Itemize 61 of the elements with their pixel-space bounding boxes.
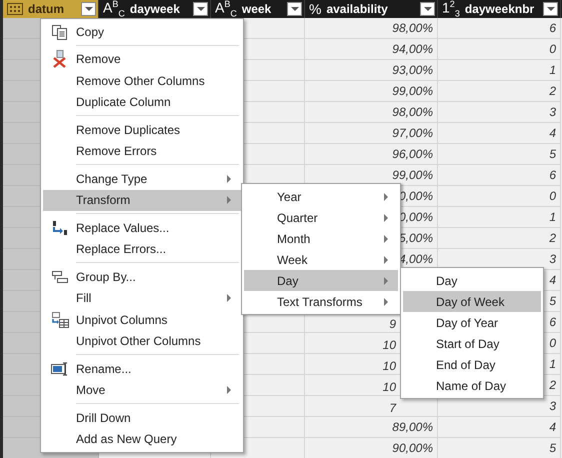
copy-icon [50,24,68,40]
delete-column-icon [52,50,68,68]
menu-item[interactable]: Remove Errors [43,140,241,162]
table-cell: 89,00% [305,417,438,438]
menu-item[interactable]: Replace Errors... [43,238,241,260]
column-header[interactable]: datum [3,0,99,18]
menu-item[interactable]: Rename... [43,358,241,380]
type-label: % [309,2,322,16]
column-name: dayweeknbr [464,2,536,16]
rename-icon [50,362,68,376]
menu-item[interactable]: Transform [43,190,241,211]
column-name: week [242,2,272,16]
table-cell: 96,00% [305,144,438,165]
filter-dropdown-button[interactable] [287,2,302,16]
table-cell: 3 [438,102,561,123]
unpivot-icon [50,312,68,328]
column-name: dayweek [130,2,181,16]
menu-item[interactable]: Text Transforms [244,291,398,312]
table-cell: 94,00% [305,39,438,60]
table-cell: 5 [438,144,561,165]
table-icon [7,3,23,15]
menu-item[interactable]: Remove Duplicates [43,119,241,140]
filter-dropdown-button[interactable] [193,2,208,16]
table-cell: 4 [438,123,561,144]
table-cell: 93,00% [305,60,438,81]
filter-dropdown-button[interactable] [543,2,558,16]
menu-item[interactable]: Copy [43,21,241,42]
table-cell: 4 [438,417,561,438]
group-icon [50,270,68,284]
table-cell: 98,00% [305,102,438,123]
menu-item[interactable]: Remove [43,48,241,70]
menu-item[interactable]: Duplicate Column [43,92,241,113]
menu-item[interactable]: Change Type [43,168,241,190]
table-cell: 7 [305,396,438,417]
table-cell: 6 [438,18,561,39]
filter-dropdown-button[interactable] [420,2,435,16]
menu-item[interactable]: Day [244,270,398,291]
menu-item[interactable]: Fill [43,288,241,309]
menu-item[interactable]: Replace Values... [43,217,241,238]
table-cell: 0 [438,186,561,207]
column-name: datum [28,2,65,16]
column-name: availability [326,2,389,16]
replace-icon [52,220,68,236]
menu-item[interactable]: Group By... [43,266,241,288]
menu-item[interactable]: Move [43,380,241,401]
menu-item[interactable]: Remove Other Columns [43,70,241,92]
table-cell: 2 [438,228,561,249]
table-cell: 1 [438,60,561,81]
table-cell: 0 [438,39,561,60]
table-cell: 2 [438,81,561,102]
menu-item[interactable]: Day of Week [403,291,541,312]
table-cell: 1 [438,207,561,228]
table-cell: 6 [438,165,561,186]
filter-dropdown-button[interactable] [81,2,96,16]
table-cell: 98,00% [305,18,438,39]
menu-item[interactable]: Unpivot Columns [43,309,241,330]
table-cell: 99,00% [305,81,438,102]
menu-item[interactable]: Add as New Query [43,428,241,450]
menu-item[interactable]: Drill Down [43,407,241,428]
menu-item[interactable]: Unpivot Other Columns [43,330,241,352]
table-cell: 97,00% [305,123,438,144]
